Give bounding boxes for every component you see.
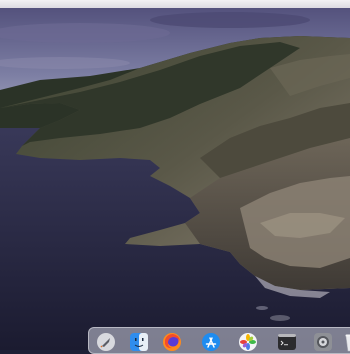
desktop-wallpaper	[0, 8, 350, 350]
wallpaper-image	[0, 8, 350, 350]
app-store-icon	[201, 332, 221, 352]
firefox-icon	[162, 332, 182, 352]
gear-icon	[313, 332, 333, 352]
photos-icon	[238, 332, 258, 352]
finder-icon	[129, 332, 149, 352]
terminal-icon	[277, 332, 297, 352]
trash-icon	[345, 332, 350, 352]
rocket-icon	[96, 332, 116, 352]
